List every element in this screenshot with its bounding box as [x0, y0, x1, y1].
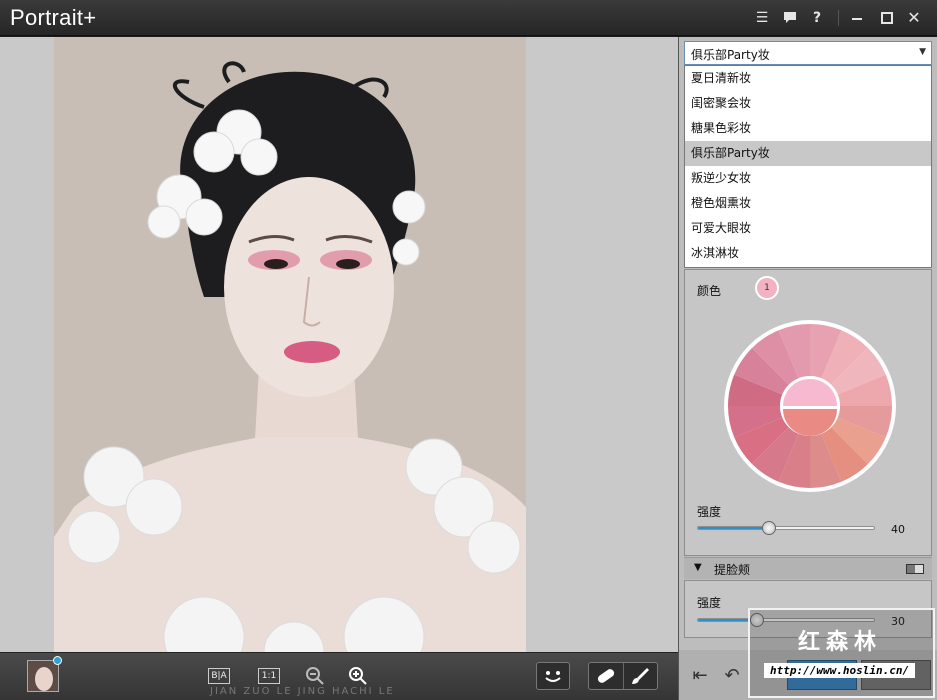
bottom-faint-text: JIAN ZUO LE JING HACHI LE	[210, 686, 395, 697]
color-intensity-label: 强度	[697, 505, 722, 519]
makeup-style-dropdown: 夏日清新妆 闺密聚会妆 糖果色彩妆 俱乐部Party妆 叛逆少女妆 橙色烟熏妆 …	[684, 65, 932, 268]
color-intensity-slider[interactable]	[697, 521, 875, 535]
title-bar: Portrait+ ☰ ? ✕	[0, 0, 937, 36]
app-title: Portrait+	[10, 5, 97, 30]
close-icon[interactable]: ✕	[905, 9, 923, 27]
chevron-down-icon[interactable]: ▼	[919, 47, 926, 57]
undo-all-icon[interactable]: ⇤	[689, 665, 711, 687]
dropdown-option[interactable]: 橙色烟熏妆	[685, 191, 931, 216]
makeup-style-value: 俱乐部Party妆	[691, 48, 770, 62]
color-intensity-fill	[698, 527, 770, 529]
maximize-icon[interactable]	[878, 9, 896, 27]
makeup-style-select[interactable]: 俱乐部Party妆 ▼	[684, 41, 932, 65]
color-wheel[interactable]	[722, 318, 898, 494]
color-section: 颜色 1 强度 40	[684, 269, 932, 556]
dropdown-option[interactable]: 夏日清新妆	[685, 66, 931, 91]
face-selected-dot	[53, 656, 62, 665]
color-intensity-thumb[interactable]	[762, 521, 777, 535]
watermark-text: 红森林	[798, 630, 883, 655]
undo-icon[interactable]: ↶	[721, 665, 743, 687]
dropdown-option[interactable]: 可爱大眼妆	[685, 216, 931, 241]
title-separator	[838, 10, 839, 26]
color-index-badge[interactable]: 1	[755, 276, 779, 300]
tool-separator	[623, 663, 624, 689]
list-icon[interactable]: ☰	[753, 9, 771, 27]
photo-canvas[interactable]	[0, 37, 678, 652]
tool-group	[588, 662, 658, 690]
contour-intensity-label: 强度	[697, 596, 722, 610]
dropdown-option[interactable]: 糖果色彩妆	[685, 116, 931, 141]
contour-section-title: 提脸颊	[714, 563, 751, 577]
bottom-toolbar: B|A 1:1 JIAN ZUO LE JING HACHI LE	[0, 652, 678, 700]
chat-icon[interactable]	[781, 9, 799, 27]
watermark-url: http://www.hoslin.cn/	[764, 663, 916, 678]
bandage-icon[interactable]	[595, 666, 617, 689]
dropdown-option[interactable]: 冰淇淋妆	[685, 241, 931, 266]
face-thumbnail[interactable]	[27, 660, 59, 692]
collapse-arrow-icon[interactable]: ▼	[694, 562, 702, 573]
face-detect-button[interactable]	[536, 662, 570, 690]
portrait-photo	[54, 37, 526, 652]
one-to-one-icon[interactable]: 1:1	[258, 668, 280, 684]
brush-icon[interactable]	[629, 666, 651, 689]
face-icon	[545, 671, 561, 682]
help-icon[interactable]: ?	[808, 9, 826, 27]
before-after-icon[interactable]: B|A	[208, 668, 230, 684]
minimize-icon[interactable]	[848, 9, 866, 27]
makeup-panel: 俱乐部Party妆 ▼ 夏日清新妆 闺密聚会妆 糖果色彩妆 俱乐部Party妆 …	[678, 37, 937, 700]
contour-section-header[interactable]: ▼ 提脸颊	[684, 557, 932, 579]
dropdown-option-selected[interactable]: 俱乐部Party妆	[685, 141, 931, 166]
dropdown-option[interactable]: 叛逆少女妆	[685, 166, 931, 191]
toggle-switch-icon[interactable]	[906, 564, 924, 574]
color-label: 颜色	[697, 284, 722, 298]
dropdown-option[interactable]: 闺密聚会妆	[685, 91, 931, 116]
color-intensity-value: 40	[891, 523, 905, 536]
watermark-overlay: 红森林 http://www.hoslin.cn/	[748, 608, 935, 698]
